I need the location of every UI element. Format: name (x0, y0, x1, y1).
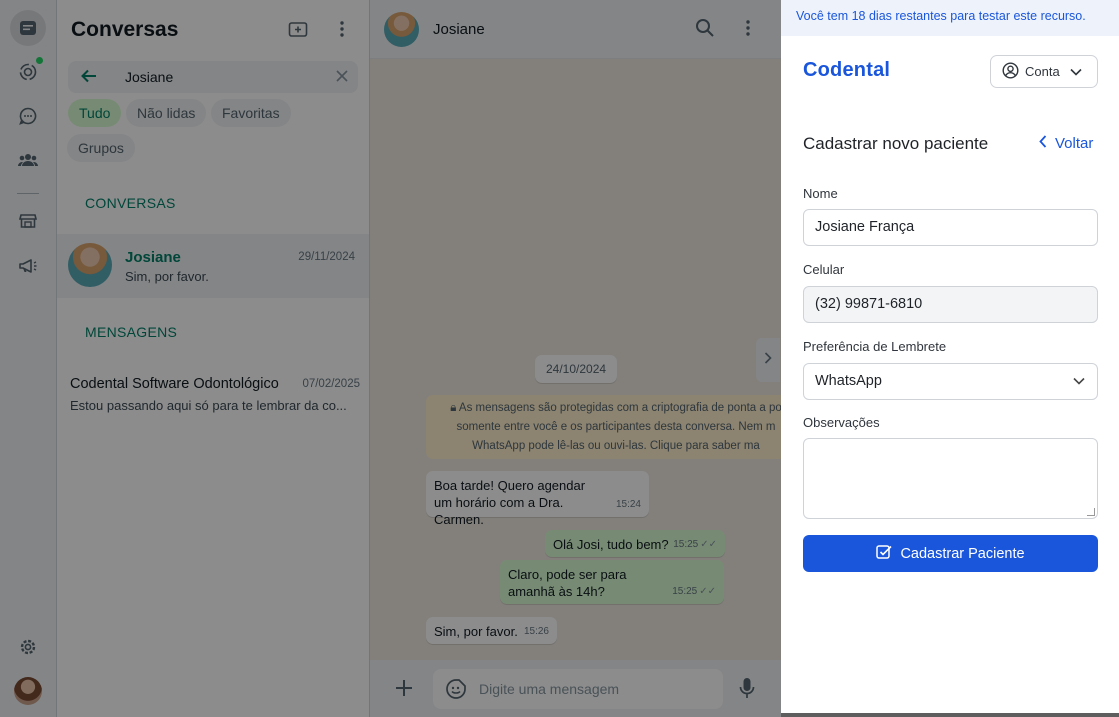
back-link-label: Voltar (1055, 135, 1094, 152)
chevron-down-icon (1070, 64, 1082, 79)
register-patient-button[interactable]: Cadastrar Paciente (803, 535, 1098, 572)
check-square-icon (876, 544, 893, 564)
name-field[interactable]: Josiane França (803, 209, 1098, 246)
name-label: Nome (803, 186, 838, 201)
reminder-selected-value: WhatsApp (815, 373, 882, 389)
notes-textarea[interactable] (803, 438, 1098, 519)
trial-notice: Você tem 18 dias restantes para testar e… (781, 0, 1119, 36)
reminder-label: Preferência de Lembrete (803, 339, 947, 354)
panel-bottom-edge (781, 713, 1119, 717)
account-label: Conta (1025, 64, 1060, 79)
phone-label: Celular (803, 262, 845, 277)
reminder-select[interactable]: WhatsApp (803, 363, 1098, 400)
form-title: Cadastrar novo paciente (803, 134, 989, 153)
codental-panel: Codental Conta Cadastrar novo paciente V… (781, 36, 1119, 713)
phone-field[interactable]: (32) 99871-6810 (803, 286, 1098, 323)
back-link[interactable]: Voltar (1039, 135, 1093, 152)
chevron-left-icon (1039, 135, 1047, 152)
chevron-down-icon (1073, 364, 1085, 399)
resize-handle-icon[interactable] (1087, 508, 1095, 516)
register-patient-label: Cadastrar Paciente (900, 545, 1025, 562)
user-circle-icon (1002, 61, 1019, 82)
account-dropdown[interactable]: Conta (990, 55, 1098, 88)
brand-logo: Codental (803, 59, 891, 81)
notes-label: Observações (803, 415, 880, 430)
